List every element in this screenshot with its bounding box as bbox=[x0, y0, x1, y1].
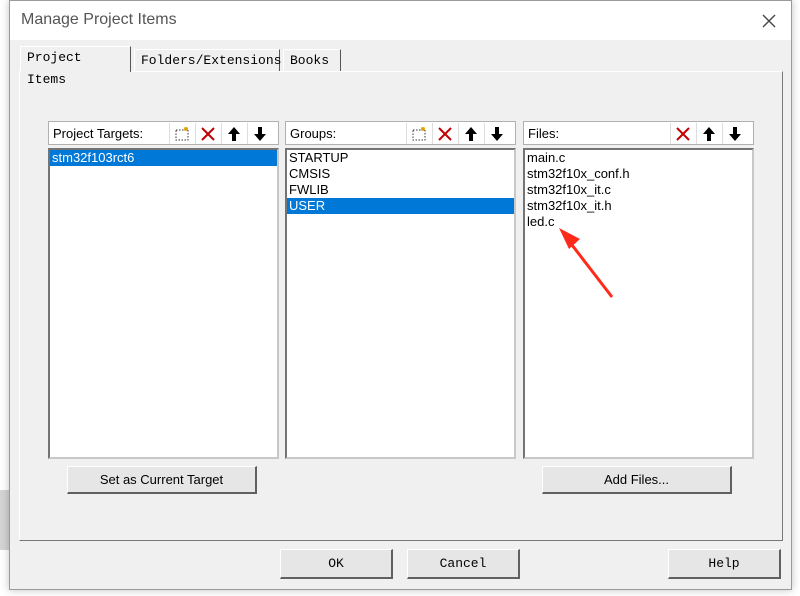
cancel-button[interactable]: Cancel bbox=[407, 549, 520, 579]
list-item[interactable]: CMSIS bbox=[287, 166, 514, 182]
title-bar: Manage Project Items bbox=[10, 1, 791, 40]
list-item[interactable]: STARTUP bbox=[287, 150, 514, 166]
groups-label: Groups: bbox=[290, 126, 337, 141]
list-item[interactable]: stm32f103rct6 bbox=[50, 150, 277, 166]
move-group-down-button[interactable] bbox=[484, 123, 509, 144]
dialog-title: Manage Project Items bbox=[21, 11, 177, 28]
annotation-arrow-icon bbox=[559, 228, 614, 298]
delete-target-button[interactable] bbox=[195, 123, 220, 144]
list-item[interactable]: USER bbox=[287, 198, 514, 214]
delete-file-button[interactable] bbox=[670, 123, 695, 144]
project-targets-label: Project Targets: bbox=[53, 126, 144, 141]
button-label: Cancel bbox=[439, 556, 487, 571]
arrow-up-icon bbox=[703, 126, 715, 141]
move-file-down-button[interactable] bbox=[722, 123, 747, 144]
files-label: Files: bbox=[528, 126, 560, 141]
list-item[interactable]: stm32f10x_conf.h bbox=[525, 166, 752, 182]
list-item[interactable]: main.c bbox=[525, 150, 752, 166]
add-files-button[interactable]: Add Files... bbox=[542, 466, 732, 494]
tab-project-items[interactable]: Project Items bbox=[20, 46, 131, 87]
arrow-up-icon bbox=[228, 126, 240, 141]
arrow-down-icon bbox=[729, 126, 741, 141]
move-file-up-button[interactable] bbox=[696, 123, 721, 144]
new-item-icon bbox=[175, 126, 189, 140]
groups-header: Groups: bbox=[285, 121, 516, 145]
move-group-up-button[interactable] bbox=[458, 123, 483, 144]
files-header: Files: bbox=[523, 121, 754, 145]
arrow-up-icon bbox=[465, 126, 477, 141]
tab-books[interactable]: Books bbox=[283, 49, 341, 71]
list-item[interactable]: FWLIB bbox=[287, 182, 514, 198]
close-icon bbox=[762, 14, 776, 28]
files-list[interactable]: main.c stm32f10x_conf.h stm32f10x_it.c s… bbox=[523, 148, 754, 459]
button-label: Add Files... bbox=[603, 472, 670, 487]
delete-icon bbox=[676, 126, 690, 141]
list-item[interactable]: stm32f10x_it.h bbox=[525, 198, 752, 214]
ok-button[interactable]: OK bbox=[280, 549, 393, 579]
button-label: Set as Current Target bbox=[99, 472, 224, 487]
project-targets-list[interactable]: stm32f103rct6 bbox=[48, 148, 279, 459]
set-current-target-button[interactable]: Set as Current Target bbox=[67, 466, 257, 494]
button-label: OK bbox=[328, 556, 344, 571]
manage-project-items-dialog: Manage Project Items Project Items Folde… bbox=[9, 0, 792, 590]
move-target-up-button[interactable] bbox=[221, 123, 246, 144]
new-item-icon bbox=[412, 126, 426, 140]
delete-icon bbox=[201, 126, 215, 141]
button-label: Help bbox=[708, 556, 740, 571]
new-target-button[interactable] bbox=[169, 123, 194, 144]
groups-list[interactable]: STARTUP CMSIS FWLIB USER bbox=[285, 148, 516, 459]
close-button[interactable] bbox=[757, 9, 781, 33]
new-group-button[interactable] bbox=[406, 123, 431, 144]
arrow-down-icon bbox=[254, 126, 266, 141]
delete-group-button[interactable] bbox=[432, 123, 457, 144]
help-button[interactable]: Help bbox=[668, 549, 781, 579]
tab-label: Folders/Extensions bbox=[141, 53, 282, 68]
project-targets-header: Project Targets: bbox=[48, 121, 279, 145]
move-target-down-button[interactable] bbox=[247, 123, 272, 144]
list-item[interactable]: stm32f10x_it.c bbox=[525, 182, 752, 198]
arrow-down-icon bbox=[491, 126, 503, 141]
tab-folders-extensions[interactable]: Folders/Extensions bbox=[134, 49, 282, 71]
delete-icon bbox=[438, 126, 452, 141]
tab-label: Books bbox=[290, 53, 330, 68]
